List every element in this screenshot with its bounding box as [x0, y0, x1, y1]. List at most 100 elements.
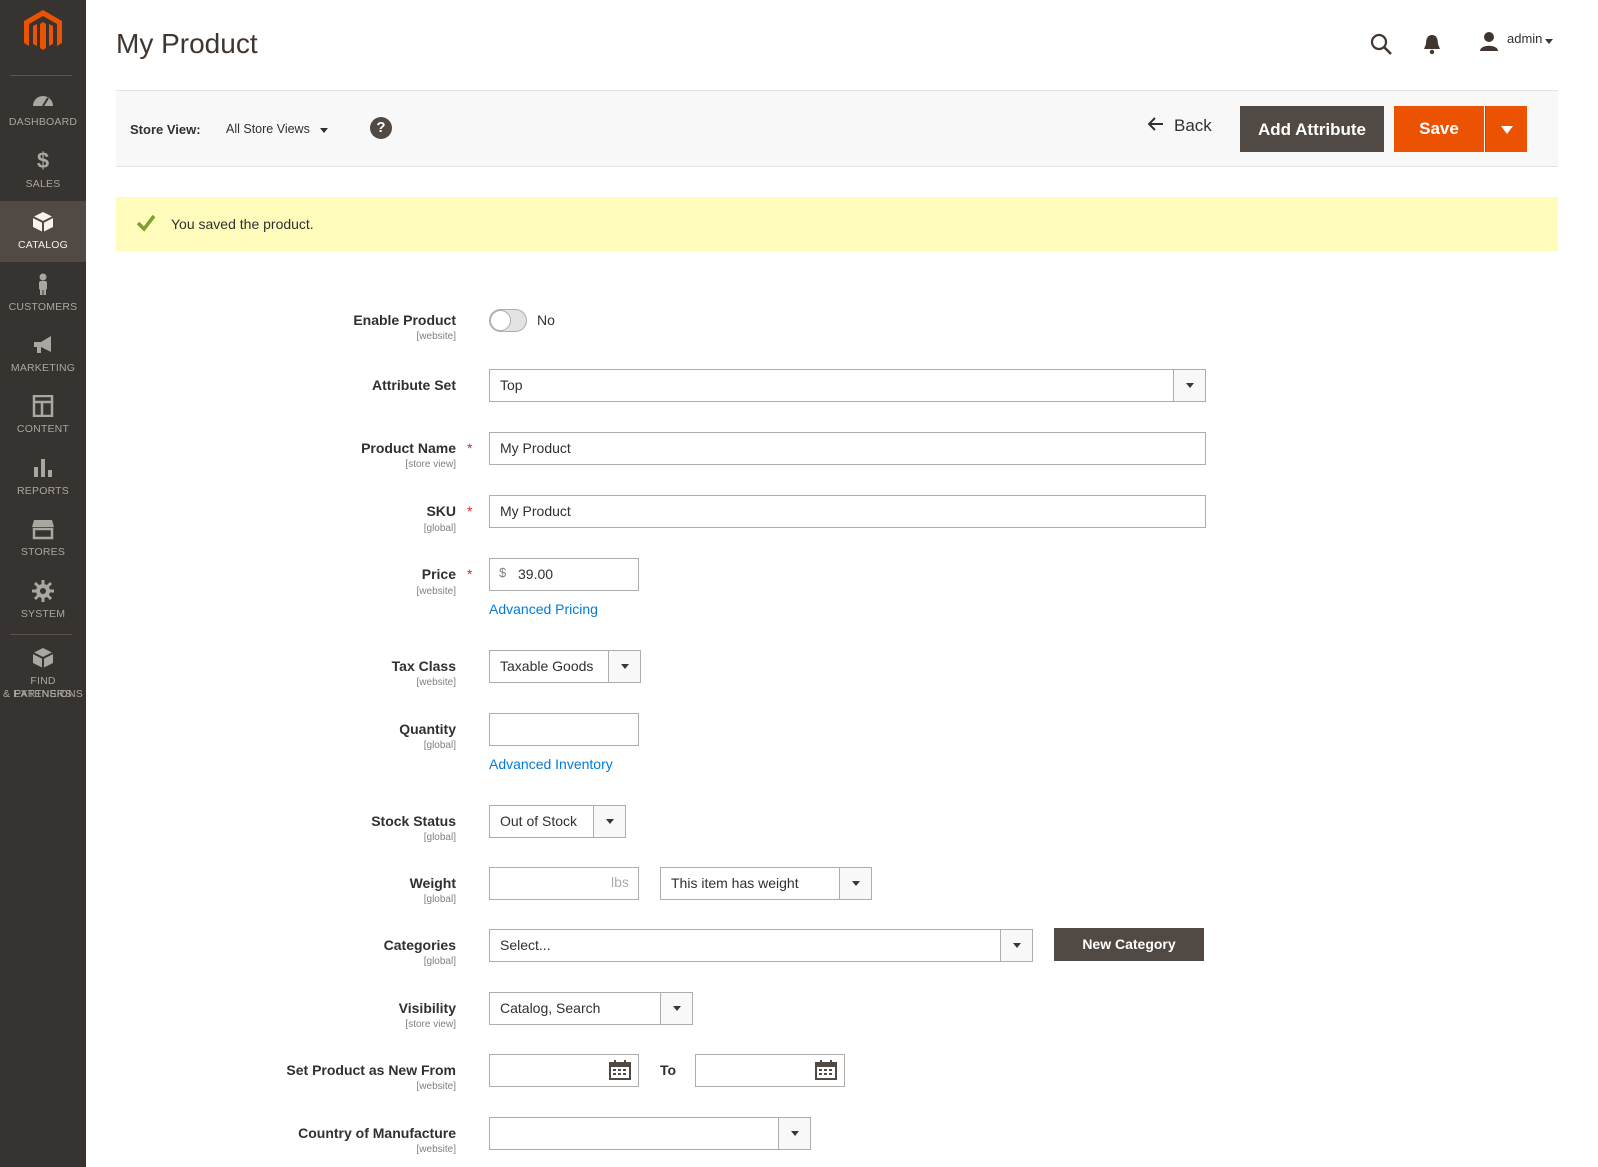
- weight-label: Weight: [409, 875, 456, 891]
- stock-status-value: Out of Stock: [500, 813, 578, 829]
- stores-icon: [32, 520, 54, 540]
- nav-dashboard[interactable]: Dashboard: [0, 78, 86, 139]
- nav-sales[interactable]: $ Sales: [0, 140, 86, 201]
- user-avatar-icon[interactable]: [1479, 31, 1499, 51]
- categories-scope: [global]: [423, 956, 456, 967]
- attribute-set-dropdown-button[interactable]: [1173, 370, 1205, 401]
- admin-user-name[interactable]: admin: [1507, 31, 1542, 46]
- attribute-set-select[interactable]: Top: [489, 369, 1206, 402]
- enable-product-label: Enable Product: [353, 312, 456, 328]
- attribute-set-value: Top: [500, 377, 523, 393]
- nav-stores[interactable]: Stores: [0, 508, 86, 569]
- enable-product-toggle[interactable]: [489, 309, 527, 332]
- categories-select[interactable]: Select...: [489, 929, 1033, 962]
- magento-logo-icon[interactable]: [24, 10, 62, 54]
- new-from-scope: [website]: [416, 1081, 456, 1092]
- new-category-button[interactable]: New Category: [1054, 928, 1204, 961]
- weight-scope: [global]: [423, 894, 456, 905]
- weight-unit: lbs: [611, 874, 629, 890]
- advanced-pricing-link[interactable]: Advanced Pricing: [489, 601, 598, 617]
- nav-marketing-label: Marketing: [10, 362, 76, 374]
- tax-class-dropdown-button[interactable]: [608, 651, 640, 682]
- visibility-select[interactable]: Catalog, Search: [489, 992, 693, 1025]
- new-from-label: Set Product as New From: [286, 1062, 456, 1078]
- success-message-text: You saved the product.: [171, 216, 314, 232]
- sku-input[interactable]: My Product: [489, 495, 1206, 528]
- partners-icon: [32, 648, 54, 668]
- checkmark-icon: [136, 214, 156, 232]
- caret-down-icon: [621, 664, 629, 669]
- chevron-down-icon[interactable]: [320, 128, 328, 133]
- product-name-scope: [store view]: [405, 459, 456, 470]
- has-weight-select[interactable]: This item has weight: [660, 867, 872, 900]
- save-button[interactable]: Save: [1394, 106, 1484, 152]
- nav-marketing[interactable]: Marketing: [0, 324, 86, 385]
- country-dropdown-button[interactable]: [778, 1118, 810, 1149]
- nav-find-partners[interactable]: Find Partners & Extensions: [0, 637, 86, 703]
- quantity-label: Quantity: [399, 721, 456, 737]
- tax-class-value: Taxable Goods: [500, 658, 594, 674]
- nav-catalog[interactable]: Catalog: [0, 201, 86, 262]
- dashboard-icon: [33, 96, 53, 107]
- price-label: Price: [421, 566, 456, 582]
- enable-product-scope: [website]: [416, 331, 456, 342]
- caret-down-icon: [1186, 383, 1194, 388]
- categories-label: Categories: [383, 937, 456, 953]
- nav-customers-label: Customers: [8, 301, 78, 313]
- nav-reports-label: Reports: [17, 485, 69, 497]
- required-marker: *: [467, 503, 473, 519]
- required-marker: *: [467, 440, 473, 456]
- stock-status-select[interactable]: Out of Stock: [489, 805, 626, 838]
- price-input[interactable]: 39.00: [489, 558, 639, 591]
- save-options-toggle[interactable]: [1485, 106, 1527, 152]
- catalog-icon: [32, 212, 54, 232]
- has-weight-dropdown-button[interactable]: [839, 868, 871, 899]
- tax-class-scope: [website]: [416, 677, 456, 688]
- categories-dropdown-button[interactable]: [1000, 930, 1032, 961]
- notifications-bell-icon[interactable]: [1423, 33, 1441, 55]
- sidebar-divider: [10, 75, 72, 76]
- product-name-label: Product Name: [361, 440, 456, 456]
- product-name-input[interactable]: My Product: [489, 432, 1206, 465]
- tax-class-select[interactable]: Taxable Goods: [489, 650, 641, 683]
- nav-catalog-label: Catalog: [17, 239, 69, 251]
- nav-stores-label: Stores: [20, 546, 66, 558]
- country-select[interactable]: [489, 1117, 811, 1150]
- dollar-icon: $: [36, 148, 50, 173]
- calendar-icon[interactable]: [609, 1060, 631, 1080]
- nav-system[interactable]: System: [0, 570, 86, 631]
- nav-reports[interactable]: Reports: [0, 447, 86, 508]
- page-actions-toolbar: Store View: All Store Views ? Back Add A…: [116, 90, 1558, 167]
- nav-content[interactable]: Content: [0, 385, 86, 446]
- help-icon[interactable]: ?: [370, 117, 392, 139]
- chevron-down-icon[interactable]: [1545, 39, 1553, 44]
- caret-down-icon: [1501, 126, 1513, 134]
- customers-icon: [39, 273, 47, 295]
- tax-class-label: Tax Class: [391, 658, 456, 674]
- visibility-value: Catalog, Search: [500, 1000, 601, 1016]
- success-message: You saved the product.: [116, 197, 1558, 251]
- visibility-dropdown-button[interactable]: [660, 993, 692, 1024]
- sku-scope: [global]: [423, 523, 456, 534]
- store-view-switcher[interactable]: All Store Views: [226, 122, 310, 136]
- sidebar-divider: [10, 634, 72, 635]
- back-button[interactable]: Back: [1148, 116, 1212, 136]
- content-icon: [32, 395, 54, 417]
- attribute-set-label: Attribute Set: [372, 377, 456, 393]
- advanced-inventory-link[interactable]: Advanced Inventory: [489, 756, 613, 772]
- add-attribute-button[interactable]: Add Attribute: [1240, 106, 1384, 152]
- calendar-icon[interactable]: [815, 1060, 837, 1080]
- nav-dashboard-label: Dashboard: [8, 116, 78, 128]
- visibility-label: Visibility: [398, 1000, 456, 1016]
- search-icon[interactable]: [1369, 32, 1393, 56]
- stock-status-dropdown-button[interactable]: [593, 806, 625, 837]
- nav-customers[interactable]: Customers: [0, 263, 86, 324]
- caret-down-icon: [606, 819, 614, 824]
- country-label: Country of Manufacture: [298, 1125, 456, 1141]
- store-view-label: Store View:: [130, 122, 201, 137]
- categories-value: Select...: [500, 937, 551, 953]
- quantity-input[interactable]: [489, 713, 639, 746]
- caret-down-icon: [1013, 943, 1021, 948]
- stock-status-label: Stock Status: [371, 813, 456, 829]
- visibility-scope: [store view]: [405, 1019, 456, 1030]
